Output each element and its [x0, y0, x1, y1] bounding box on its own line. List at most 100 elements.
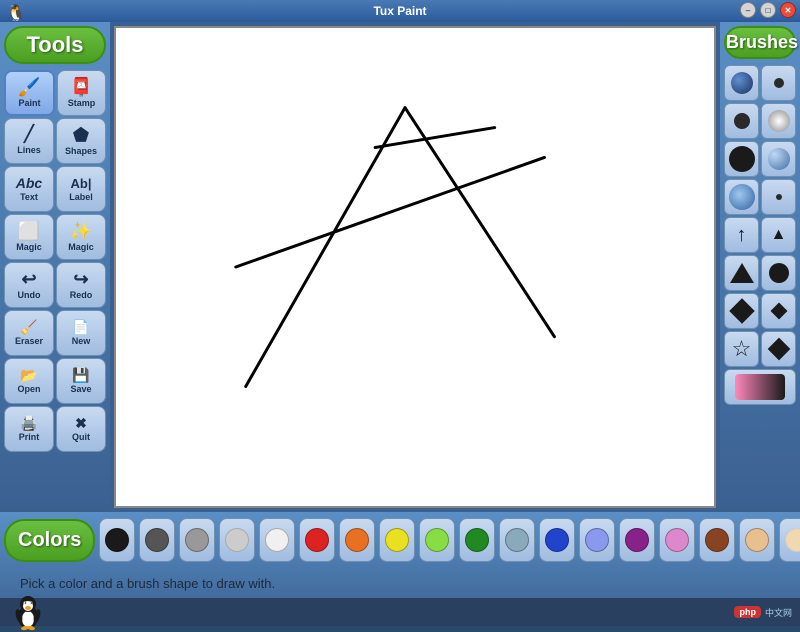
window-controls: – □ ✕ — [740, 2, 796, 18]
close-button[interactable]: ✕ — [780, 2, 796, 18]
magic2-label: Magic — [68, 242, 94, 252]
tool-magic[interactable]: ⬜ Magic — [4, 214, 54, 260]
tool-label[interactable]: Ab| Label — [56, 166, 106, 212]
color-red[interactable] — [299, 518, 335, 562]
lines-icon: ╱ — [24, 127, 34, 143]
colors-label: Colors — [4, 519, 95, 562]
quit-label: Quit — [72, 432, 90, 442]
right-panel: Brushes — [720, 22, 800, 512]
soft-brush-icon — [768, 148, 790, 170]
brush-row-4 — [724, 179, 796, 215]
minimize-button[interactable]: – — [740, 2, 756, 18]
brush-large-blue[interactable] — [724, 65, 759, 101]
large-diamond-icon — [729, 298, 754, 323]
tool-eraser[interactable]: 🧹 Eraser — [4, 310, 54, 356]
large-blue-dot-icon — [731, 72, 753, 94]
black-swatch — [105, 528, 129, 552]
brush-row-1 — [724, 65, 796, 101]
brush-arrow[interactable]: ↑ — [724, 217, 759, 253]
color-white[interactable] — [259, 518, 295, 562]
maximize-button[interactable]: □ — [760, 2, 776, 18]
gradient-circle-icon — [768, 110, 790, 132]
color-pink[interactable] — [659, 518, 695, 562]
new-icon: 📄 — [72, 320, 89, 334]
triangle-icon — [730, 263, 754, 283]
tool-paint[interactable]: 🖌️ Paint — [4, 70, 55, 116]
tool-print[interactable]: 🖨️ Print — [4, 406, 54, 452]
color-light-green[interactable] — [419, 518, 455, 562]
brush-arrow2[interactable]: ▲ — [761, 217, 796, 253]
magic-label: Magic — [16, 242, 42, 252]
color-black[interactable] — [99, 518, 135, 562]
label-label: Label — [69, 192, 93, 202]
color-skin[interactable] — [739, 518, 775, 562]
gray-swatch — [185, 528, 209, 552]
tux-penguin-icon — [8, 592, 48, 632]
color-orange[interactable] — [339, 518, 375, 562]
brush-diamond-lg[interactable] — [724, 293, 759, 329]
tool-save[interactable]: 💾 Save — [56, 358, 106, 404]
tool-open[interactable]: 📂 Open — [4, 358, 54, 404]
tool-undo[interactable]: ↩ Undo — [4, 262, 54, 308]
save-label: Save — [70, 384, 91, 394]
red-swatch — [305, 528, 329, 552]
brush-small-black[interactable] — [761, 65, 796, 101]
color-teal[interactable] — [499, 518, 535, 562]
save-icon: 💾 — [72, 368, 89, 382]
colors-bar: Colors — [0, 512, 800, 568]
drawing-surface[interactable] — [116, 28, 714, 506]
paint-label: Paint — [18, 98, 40, 108]
brush-large-black[interactable] — [724, 141, 759, 177]
tool-row-2: ╱ Lines ⬟ Shapes — [4, 118, 106, 164]
magic2-icon: ✨ — [70, 222, 92, 240]
brush-med-black[interactable] — [724, 103, 759, 139]
tool-quit[interactable]: ✖ Quit — [56, 406, 106, 452]
brush-gradient[interactable] — [761, 103, 796, 139]
brush-special[interactable] — [724, 369, 796, 405]
brush-star[interactable]: ☆ — [724, 331, 759, 367]
canvas-area[interactable] — [114, 26, 716, 508]
left-toolbar: Tools 🖌️ Paint 📮 Stamp ╱ Lines ⬟ — [0, 22, 110, 512]
tool-redo[interactable]: ↪ Redo — [56, 262, 106, 308]
light-gray-swatch — [225, 528, 249, 552]
tool-shapes[interactable]: ⬟ Shapes — [56, 118, 106, 164]
tool-lines[interactable]: ╱ Lines — [4, 118, 54, 164]
color-gray[interactable] — [179, 518, 215, 562]
tool-row-4: ⬜ Magic ✨ Magic — [4, 214, 106, 260]
color-light-skin[interactable] — [779, 518, 800, 562]
blue-swatch — [545, 528, 569, 552]
brush-diamond-sm[interactable] — [761, 293, 796, 329]
dark-gray-swatch — [145, 528, 169, 552]
brush-triangle-lg[interactable] — [724, 255, 759, 291]
pink-swatch — [665, 528, 689, 552]
paint-icon: 🖌️ — [18, 78, 40, 96]
yellow-swatch — [385, 528, 409, 552]
color-yellow[interactable] — [379, 518, 415, 562]
tool-stamp[interactable]: 📮 Stamp — [57, 70, 106, 116]
orange-swatch — [345, 528, 369, 552]
print-label: Print — [19, 432, 40, 442]
brush-diamond-med[interactable] — [761, 331, 796, 367]
tool-row-7: 📂 Open 💾 Save — [4, 358, 106, 404]
text-icon: Abc — [16, 176, 42, 190]
color-purple[interactable] — [619, 518, 655, 562]
tool-magic2[interactable]: ✨ Magic — [56, 214, 106, 260]
color-blue[interactable] — [539, 518, 575, 562]
brush-circle-filled[interactable] — [761, 255, 796, 291]
title-bar: 🐧 Tux Paint – □ ✕ — [0, 0, 800, 22]
color-dark-gray[interactable] — [139, 518, 175, 562]
brush-blue-gradient[interactable] — [724, 179, 759, 215]
tux-area — [8, 592, 48, 632]
tool-text[interactable]: Abc Text — [4, 166, 54, 212]
tool-new[interactable]: 📄 New — [56, 310, 106, 356]
green-swatch — [465, 528, 489, 552]
color-green[interactable] — [459, 518, 495, 562]
brush-row-7 — [724, 293, 796, 329]
color-light-blue[interactable] — [579, 518, 615, 562]
color-light-gray[interactable] — [219, 518, 255, 562]
php-logo: php — [734, 606, 761, 618]
color-brown[interactable] — [699, 518, 735, 562]
brush-soft[interactable] — [761, 141, 796, 177]
star-icon: ☆ — [732, 336, 752, 362]
brush-tiny[interactable] — [761, 179, 796, 215]
